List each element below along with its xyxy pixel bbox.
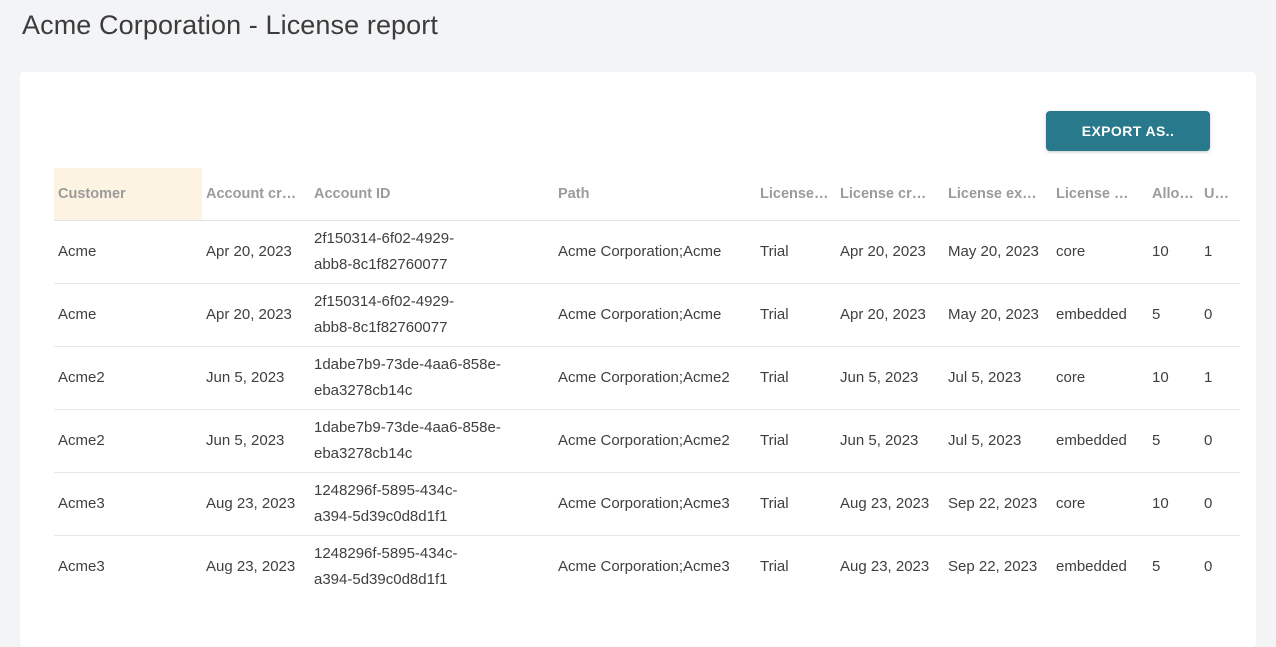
table-row: AcmeApr 20, 20232f150314-6f02-4929- abb8… (54, 283, 1240, 346)
cell-license_type: Trial (756, 283, 836, 346)
page-title: Acme Corporation - License report (22, 10, 438, 41)
column-header-customer[interactable]: Customer (54, 168, 202, 220)
column-header-path[interactable]: Path (554, 168, 756, 220)
cell-used: 1 (1200, 220, 1240, 283)
table-row: Acme2Jun 5, 20231dabe7b9-73de-4aa6-858e-… (54, 346, 1240, 409)
cell-account_id: 1248296f-5895-434c- a394-5d39c0d8d1f1 (310, 535, 554, 598)
cell-license_created: Aug 23, 2023 (836, 472, 944, 535)
cell-license_expires: May 20, 2023 (944, 220, 1052, 283)
column-header-account_created[interactable]: Account cr… (202, 168, 310, 220)
report-card: EXPORT AS.. CustomerAccount cr…Account I… (20, 72, 1256, 647)
cell-account_created: Aug 23, 2023 (202, 535, 310, 598)
cell-license_model: embedded (1052, 409, 1148, 472)
cell-license_type: Trial (756, 472, 836, 535)
table-row: Acme3Aug 23, 20231248296f-5895-434c- a39… (54, 535, 1240, 598)
cell-license_type: Trial (756, 535, 836, 598)
license-table: CustomerAccount cr…Account IDPathLicense… (54, 168, 1240, 598)
cell-allowed: 10 (1148, 472, 1200, 535)
cell-customer: Acme2 (54, 409, 202, 472)
cell-license_created: Apr 20, 2023 (836, 283, 944, 346)
column-header-allowed[interactable]: Allo… (1148, 168, 1200, 220)
cell-customer: Acme (54, 220, 202, 283)
cell-used: 1 (1200, 346, 1240, 409)
column-header-used[interactable]: U… (1200, 168, 1240, 220)
cell-customer: Acme (54, 283, 202, 346)
cell-path: Acme Corporation;Acme (554, 283, 756, 346)
cell-account_id: 1dabe7b9-73de-4aa6-858e- eba3278cb14c (310, 346, 554, 409)
cell-allowed: 10 (1148, 220, 1200, 283)
cell-license_expires: Jul 5, 2023 (944, 346, 1052, 409)
cell-account_created: Aug 23, 2023 (202, 472, 310, 535)
cell-license_type: Trial (756, 346, 836, 409)
table-header-row: CustomerAccount cr…Account IDPathLicense… (54, 168, 1240, 220)
cell-path: Acme Corporation;Acme3 (554, 535, 756, 598)
cell-license_created: Aug 23, 2023 (836, 535, 944, 598)
cell-license_model: core (1052, 220, 1148, 283)
cell-account_created: Apr 20, 2023 (202, 220, 310, 283)
table-row: Acme3Aug 23, 20231248296f-5895-434c- a39… (54, 472, 1240, 535)
cell-license_model: embedded (1052, 283, 1148, 346)
cell-license_expires: Jul 5, 2023 (944, 409, 1052, 472)
column-header-license_expires[interactable]: License ex… (944, 168, 1052, 220)
cell-license_expires: Sep 22, 2023 (944, 472, 1052, 535)
cell-license_expires: May 20, 2023 (944, 283, 1052, 346)
cell-path: Acme Corporation;Acme3 (554, 472, 756, 535)
column-header-license_type[interactable]: License… (756, 168, 836, 220)
cell-license_created: Jun 5, 2023 (836, 409, 944, 472)
cell-customer: Acme2 (54, 346, 202, 409)
cell-account_id: 2f150314-6f02-4929- abb8-8c1f82760077 (310, 283, 554, 346)
cell-license_created: Jun 5, 2023 (836, 346, 944, 409)
column-header-license_model[interactable]: License … (1052, 168, 1148, 220)
cell-path: Acme Corporation;Acme2 (554, 409, 756, 472)
cell-allowed: 10 (1148, 346, 1200, 409)
cell-account_created: Jun 5, 2023 (202, 346, 310, 409)
cell-account_id: 1dabe7b9-73de-4aa6-858e- eba3278cb14c (310, 409, 554, 472)
column-header-license_created[interactable]: License cr… (836, 168, 944, 220)
cell-allowed: 5 (1148, 535, 1200, 598)
cell-license_model: core (1052, 472, 1148, 535)
cell-path: Acme Corporation;Acme (554, 220, 756, 283)
table-row: AcmeApr 20, 20232f150314-6f02-4929- abb8… (54, 220, 1240, 283)
cell-account_created: Jun 5, 2023 (202, 409, 310, 472)
cell-customer: Acme3 (54, 472, 202, 535)
cell-allowed: 5 (1148, 283, 1200, 346)
export-as-button[interactable]: EXPORT AS.. (1046, 111, 1210, 151)
cell-allowed: 5 (1148, 409, 1200, 472)
cell-customer: Acme3 (54, 535, 202, 598)
cell-path: Acme Corporation;Acme2 (554, 346, 756, 409)
cell-used: 0 (1200, 472, 1240, 535)
cell-used: 0 (1200, 409, 1240, 472)
cell-license_model: core (1052, 346, 1148, 409)
cell-license_created: Apr 20, 2023 (836, 220, 944, 283)
cell-license_type: Trial (756, 220, 836, 283)
cell-used: 0 (1200, 535, 1240, 598)
cell-license_model: embedded (1052, 535, 1148, 598)
table-row: Acme2Jun 5, 20231dabe7b9-73de-4aa6-858e-… (54, 409, 1240, 472)
cell-account_created: Apr 20, 2023 (202, 283, 310, 346)
cell-license_type: Trial (756, 409, 836, 472)
cell-license_expires: Sep 22, 2023 (944, 535, 1052, 598)
cell-account_id: 1248296f-5895-434c- a394-5d39c0d8d1f1 (310, 472, 554, 535)
cell-used: 0 (1200, 283, 1240, 346)
column-header-account_id[interactable]: Account ID (310, 168, 554, 220)
cell-account_id: 2f150314-6f02-4929- abb8-8c1f82760077 (310, 220, 554, 283)
